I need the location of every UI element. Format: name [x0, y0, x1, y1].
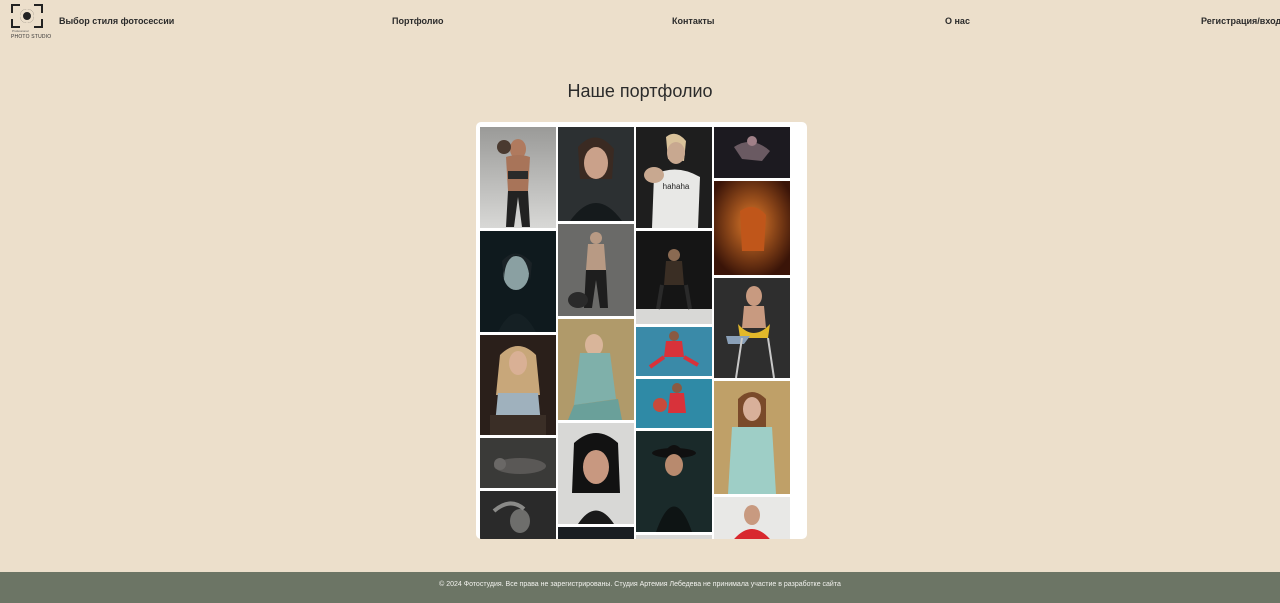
nav-photoshoot-style[interactable]: Выбор стиля фотосессии — [59, 16, 174, 26]
nav-portfolio[interactable]: Портфолио — [392, 16, 444, 26]
photo-woman-white-tshirt[interactable]: hahaha — [636, 127, 712, 228]
portfolio-gallery: hahaha — [476, 122, 807, 539]
photo-man-on-chair[interactable] — [636, 231, 712, 324]
photo-woman-red-hoodie[interactable] — [714, 497, 790, 539]
photo-girl-mint-shirt[interactable] — [714, 381, 790, 494]
photo-dark-partial[interactable] — [558, 527, 634, 539]
svg-text:hahaha: hahaha — [663, 182, 690, 191]
nav-contacts[interactable]: Контакты — [672, 16, 714, 26]
photo-dancer-dark[interactable] — [714, 127, 790, 178]
photo-man-shirtless[interactable] — [558, 224, 634, 316]
photo-woman-dark-portrait[interactable] — [480, 231, 556, 332]
footer-copyright: © 2024 Фотостудия. Все права не зарегист… — [439, 581, 841, 588]
site-footer: © 2024 Фотостудия. Все права не зарегист… — [0, 572, 1280, 603]
logo-brand-text: PHOTO STUDIO — [11, 34, 52, 40]
photo-woman-sportswear[interactable] — [480, 127, 556, 228]
logo-tagline: Professional — [12, 29, 29, 33]
photo-woman-eyes-closed[interactable] — [558, 127, 634, 221]
nav-login-register[interactable]: Регистрация/вход — [1201, 16, 1280, 26]
photo-woman-blonde-denim[interactable] — [480, 335, 556, 435]
photo-woman-lying-dark[interactable] — [480, 438, 556, 488]
photo-woman-yellow-chair[interactable] — [714, 278, 790, 378]
camera-frame-icon — [11, 4, 43, 28]
photo-basketball-ball[interactable] — [636, 379, 712, 428]
page-title: Наше портфолио — [567, 81, 713, 101]
photo-woman-hat[interactable] — [636, 431, 712, 532]
photo-basketball-jump[interactable] — [636, 327, 712, 376]
nav-about[interactable]: О нас — [945, 16, 970, 26]
photo-partial-light[interactable] — [636, 535, 712, 539]
photo-woman-wet-hair[interactable] — [558, 423, 634, 524]
photo-woman-orange-light[interactable] — [714, 181, 790, 275]
photo-woman-sitting-green[interactable] — [558, 319, 634, 420]
logo[interactable]: Professional PHOTO STUDIO — [11, 4, 51, 40]
photo-woman-hand-dark[interactable] — [480, 491, 556, 539]
site-header: Professional PHOTO STUDIO Выбор стиля фо… — [0, 0, 1280, 42]
